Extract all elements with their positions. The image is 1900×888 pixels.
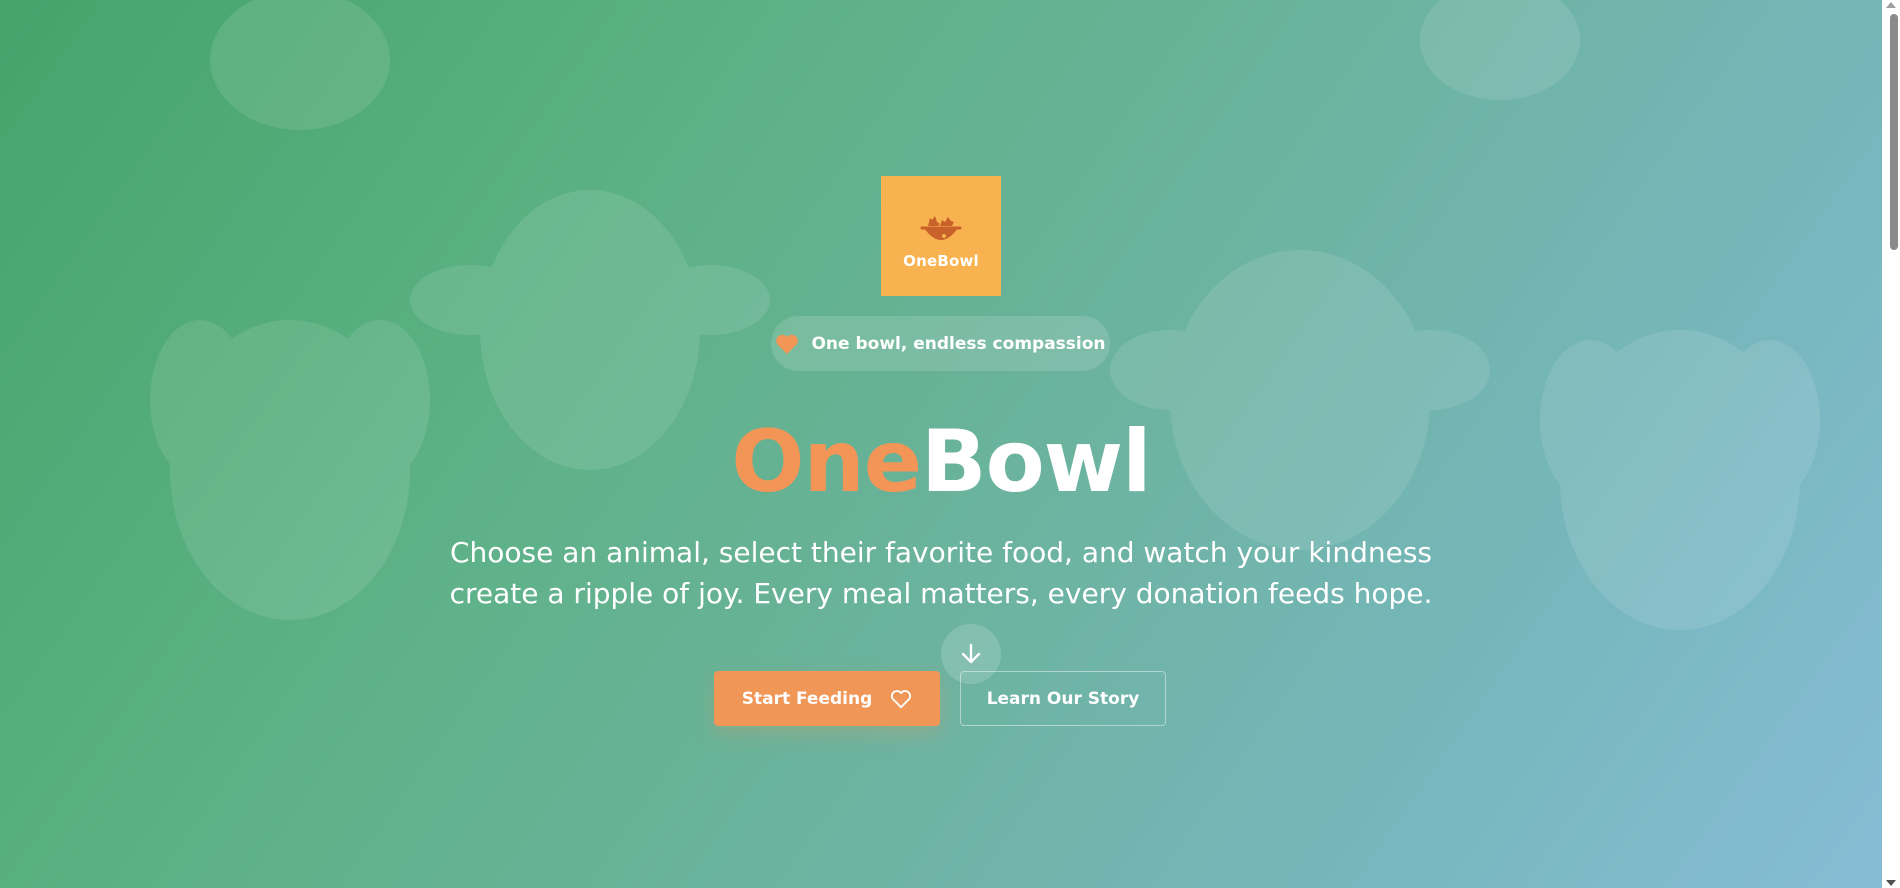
heart-icon (776, 334, 799, 354)
start-feeding-button[interactable]: Start Feeding (714, 671, 940, 726)
scroll-down-button[interactable] (941, 624, 1001, 684)
learn-our-story-button[interactable]: Learn Our Story (960, 671, 1166, 726)
tagline-badge: One bowl, endless compassion (771, 316, 1110, 371)
scroll-down-arrow-icon[interactable] (1886, 880, 1896, 886)
arrow-down-icon (961, 643, 981, 664)
title-main-text: Bowl (921, 412, 1152, 512)
learn-our-story-label: Learn Our Story (986, 688, 1140, 709)
title-accent-text: One (731, 412, 922, 512)
scroll-up-arrow-icon[interactable] (1886, 2, 1896, 8)
hero-section: OneBowl One bowl, endless compassion One… (0, 0, 1882, 888)
landing-page: OneBowl One bowl, endless compassion One… (0, 0, 1900, 888)
subtitle-line-1: Choose an animal, select their favorite … (450, 536, 1432, 569)
heart-outline-icon (891, 689, 912, 708)
animal-bowl-icon (920, 216, 962, 240)
logo-text: OneBowl (903, 252, 979, 270)
vertical-scrollbar[interactable] (1882, 0, 1900, 888)
scrollbar-thumb[interactable] (1890, 14, 1898, 250)
page-title: OneBowl (0, 412, 1882, 512)
hero-subtitle: Choose an animal, select their favorite … (441, 532, 1441, 614)
tagline-text: One bowl, endless compassion (811, 333, 1106, 354)
logo[interactable]: OneBowl (881, 176, 1001, 296)
start-feeding-label: Start Feeding (741, 688, 873, 709)
subtitle-line-2: create a ripple of joy. Every meal matte… (449, 577, 1433, 610)
